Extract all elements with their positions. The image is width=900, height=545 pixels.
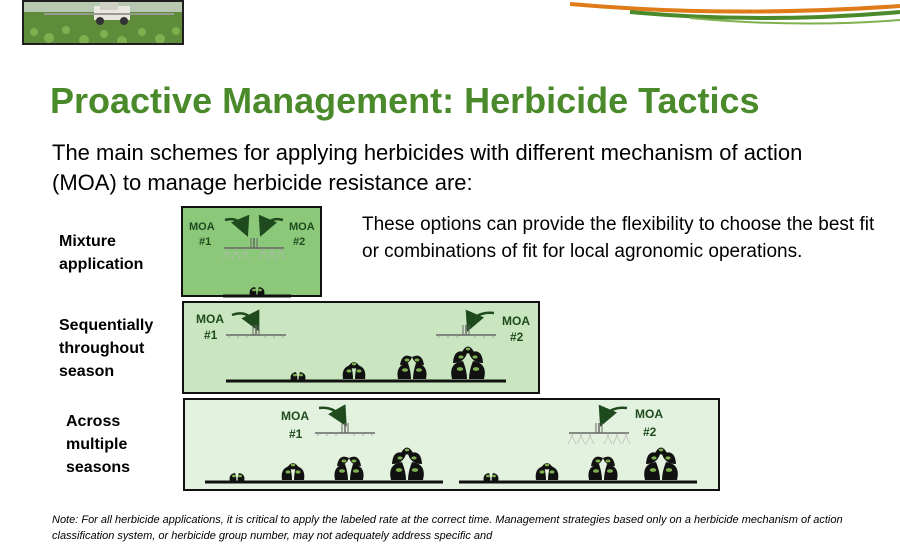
moa-label-2: MOA — [502, 314, 530, 328]
intro-text: The main schemes for applying herbicides… — [52, 140, 803, 195]
arrow-icon — [258, 214, 284, 237]
sprayer-boom-icon — [225, 324, 287, 339]
weed-icon — [397, 355, 427, 379]
sequential-diagram: MOA #1 MOA #2 — [196, 309, 530, 383]
moa-number-2: #2 — [643, 425, 657, 439]
moa-label-1: MOA — [189, 221, 215, 233]
weed-icon — [281, 463, 305, 480]
arrow-icon — [318, 404, 347, 427]
sprayer-boom-icon — [435, 324, 497, 339]
arrow-icon — [231, 309, 260, 332]
moa-label-1: MOA — [196, 312, 224, 326]
options-description: These options can provide the flexibilit… — [362, 214, 875, 262]
moa-number-2: #2 — [510, 330, 524, 344]
weed-icon — [342, 362, 366, 379]
label-mixture-application: Mixture application — [59, 233, 144, 273]
sprayer-photo — [22, 0, 184, 45]
sprayer-boom-icon — [314, 422, 376, 437]
moa-label-1: MOA — [281, 409, 309, 423]
moa-label-2: MOA — [289, 221, 315, 233]
label-across-seasons: Across multiple seasons — [66, 413, 131, 476]
header-swoosh-decoration — [570, 2, 900, 25]
arrow-icon — [224, 214, 250, 237]
moa-number-1: #1 — [204, 328, 218, 342]
sprayer-boom-icon — [568, 423, 630, 444]
weed-icon — [644, 447, 678, 480]
label-sequential-season: Sequentially throughout season — [59, 317, 154, 380]
arrow-icon — [598, 404, 628, 427]
page-title: Proactive Management: Herbicide Tactics — [50, 80, 760, 121]
sequential-panel: MOA #1 MOA #2 — [182, 301, 540, 394]
weed-icon — [451, 346, 485, 379]
weed-icon — [390, 447, 424, 480]
weed-icon — [535, 463, 559, 480]
across-seasons-diagram: MOA #1 MOA #2 — [205, 404, 697, 484]
moa-number-1: #1 — [199, 236, 211, 248]
weed-icon — [588, 456, 618, 480]
weed-icon — [334, 456, 364, 480]
moa-label-2: MOA — [635, 407, 663, 421]
moa-number-2: #2 — [293, 236, 305, 248]
mixture-panel: MOA #1 MOA #2 — [181, 206, 322, 298]
footnote: Note: For all herbicide applications, it… — [52, 514, 843, 542]
arrow-icon — [465, 309, 495, 332]
moa-number-1: #1 — [289, 427, 303, 441]
sprayer-boom-icon — [223, 238, 285, 259]
across-seasons-panel: MOA #1 MOA #2 — [183, 398, 720, 491]
mixture-diagram: MOA #1 MOA #2 — [189, 214, 315, 298]
